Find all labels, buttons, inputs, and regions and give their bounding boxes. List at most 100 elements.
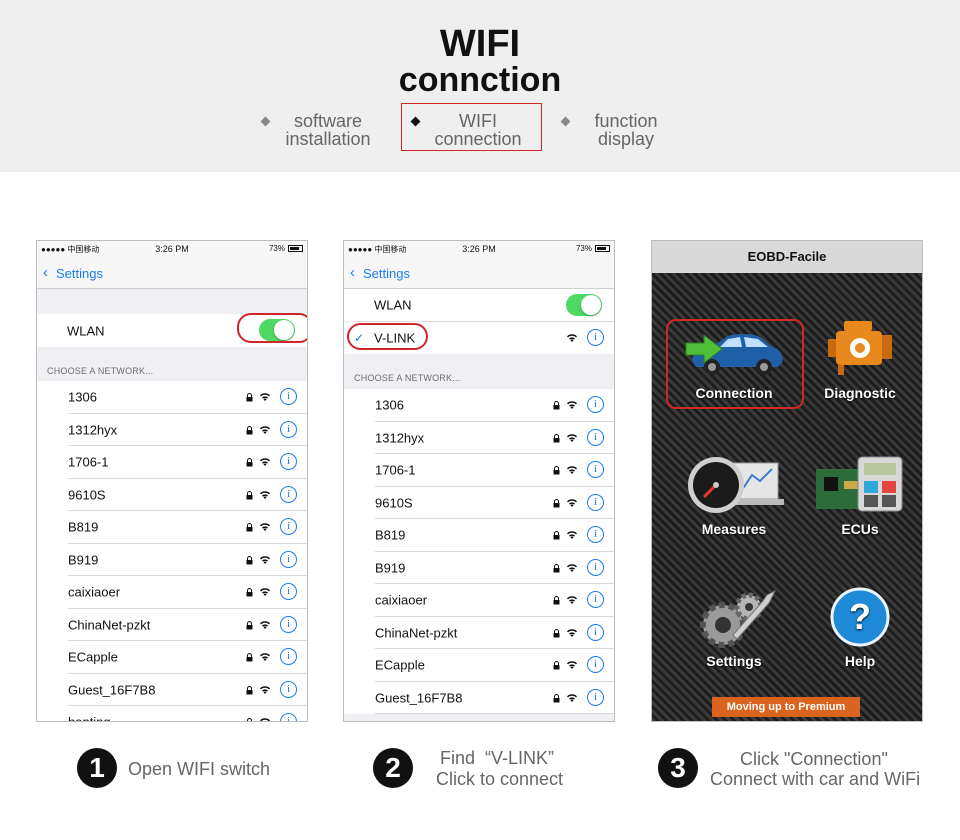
engine-icon	[828, 321, 892, 375]
network-row[interactable]: ChinaNet-pzkt i	[37, 608, 307, 641]
info-icon[interactable]: i	[280, 485, 297, 503]
network-name: 1706-1	[375, 462, 416, 478]
network-row[interactable]: caixiaoer i	[344, 584, 614, 617]
network-name: caixiaoer	[68, 584, 121, 600]
wifi-icon	[260, 425, 270, 434]
network-row[interactable]: ChinaNet-pzkt i	[344, 616, 614, 649]
lock-icon	[246, 588, 253, 597]
wifi-icon	[567, 433, 577, 442]
back-settings-link[interactable]: Settings	[56, 266, 103, 281]
network-row[interactable]: ECapple i	[37, 641, 307, 674]
lock-icon	[246, 458, 253, 467]
section-label: CHOOSE A NETWORK...	[354, 373, 461, 383]
info-icon[interactable]: i	[280, 713, 297, 721]
network-row[interactable]: 9610S i	[37, 478, 307, 511]
info-icon[interactable]: i	[280, 648, 297, 665]
lock-icon	[246, 425, 253, 434]
status-time: 3:26 PM	[155, 244, 189, 254]
tile-connection[interactable]: Connection	[672, 325, 796, 405]
lock-icon	[246, 555, 253, 564]
wifi-icon	[567, 596, 577, 604]
info-icon[interactable]: i	[280, 615, 297, 633]
premium-button[interactable]: Moving up to Premium	[712, 697, 860, 717]
info-icon[interactable]: i	[587, 558, 604, 576]
page-title-line1: WIFI	[439, 23, 521, 65]
info-icon[interactable]: i	[587, 428, 604, 446]
network-name: 9610S	[375, 495, 413, 511]
gauge-icon	[688, 457, 784, 513]
battery-percent: 73%	[575, 244, 592, 253]
lock-icon	[553, 563, 560, 572]
network-row[interactable]: 9610S i	[344, 486, 614, 519]
network-row[interactable]: Guest_16F7B8 i	[344, 681, 614, 714]
network-row[interactable]: 1306 i	[344, 389, 614, 422]
info-icon[interactable]: i	[587, 396, 604, 413]
network-row[interactable]: 1706-1 i	[37, 446, 307, 479]
network-row[interactable]: ECapple i	[344, 649, 614, 682]
network-name: 1706-1	[68, 454, 109, 470]
wifi-icon	[260, 458, 270, 466]
status-bar: ●●●●● 中国移动 3:26 PM 73%	[344, 241, 614, 257]
network-row[interactable]: B819 i	[37, 511, 307, 544]
wifi-icon	[567, 693, 577, 702]
info-icon[interactable]: i	[587, 591, 604, 608]
network-name: Guest_16F7B8	[68, 682, 156, 698]
info-icon[interactable]: i	[587, 688, 604, 706]
info-icon[interactable]: i	[587, 526, 604, 543]
phone-screen-vlink: ●●●●● 中国移动 3:26 PM 73% ‹ Settings WLAN ✓…	[343, 240, 615, 722]
info-icon[interactable]: i	[280, 680, 297, 698]
lock-icon	[553, 596, 560, 605]
info-icon[interactable]: i	[280, 518, 297, 535]
nav-bar: ‹ Settings	[37, 257, 307, 289]
step-nav-software: software installation	[260, 108, 390, 150]
wifi-icon	[260, 393, 270, 401]
network-row[interactable]: B919 i	[344, 551, 614, 584]
info-icon[interactable]: i	[587, 623, 604, 641]
network-row[interactable]: hanting i	[37, 706, 307, 721]
chevron-left-icon[interactable]: ‹	[350, 265, 355, 280]
lock-icon	[553, 693, 560, 702]
network-row[interactable]: Guest_16F7B8 i	[37, 673, 307, 706]
network-row[interactable]: 1312hyx i	[37, 413, 307, 446]
tile-help[interactable]: ? Help	[798, 587, 922, 673]
wlan-toggle[interactable]	[566, 294, 602, 316]
info-icon[interactable]: i	[280, 388, 297, 405]
info-icon[interactable]: i	[587, 493, 604, 511]
network-row[interactable]: 1706-1 i	[344, 454, 614, 487]
wlan-label: WLAN	[67, 323, 105, 338]
info-icon[interactable]: i	[587, 461, 604, 478]
back-settings-link[interactable]: Settings	[363, 266, 410, 281]
info-icon[interactable]: i	[587, 329, 604, 346]
chevron-left-icon[interactable]: ‹	[43, 265, 48, 280]
step-nav-wifi: WIFI connection	[410, 108, 540, 150]
tile-measures[interactable]: Measures	[672, 453, 796, 541]
wifi-icon	[260, 555, 270, 564]
caption-3-line2: Connect with car and WiFi	[710, 769, 921, 789]
network-name: 1306	[68, 389, 97, 405]
lock-icon	[553, 433, 560, 442]
info-icon[interactable]: i	[280, 453, 297, 470]
tile-diagnostic[interactable]: Diagnostic	[798, 315, 922, 405]
tile-settings[interactable]: Settings	[672, 583, 796, 673]
caption-1-line1: Open WIFI switch	[128, 759, 271, 779]
status-time: 3:26 PM	[462, 244, 496, 254]
network-row[interactable]: B919 i	[37, 543, 307, 576]
header-band: WIFI connction software installation WIF…	[0, 0, 960, 172]
lock-icon	[246, 620, 253, 629]
wifi-icon	[567, 466, 577, 474]
info-icon[interactable]: i	[587, 656, 604, 673]
network-row[interactable]: 1306 i	[37, 381, 307, 414]
wifi-icon	[567, 661, 577, 669]
info-icon[interactable]: i	[280, 583, 297, 600]
status-bar: ●●●●● 中国移动 3:26 PM 73%	[37, 241, 307, 257]
network-row[interactable]: caixiaoer i	[37, 576, 307, 609]
network-name: 1312hyx	[68, 422, 118, 438]
network-row[interactable]: B819 i	[344, 519, 614, 552]
section-label: CHOOSE A NETWORK...	[47, 366, 154, 376]
tile-ecus[interactable]: ECUs	[798, 453, 922, 541]
info-icon[interactable]: i	[280, 550, 297, 568]
info-icon[interactable]: i	[280, 420, 297, 438]
network-row[interactable]: 1312hyx i	[344, 421, 614, 454]
highlight-oval	[347, 323, 428, 350]
network-name: ECapple	[68, 649, 118, 665]
